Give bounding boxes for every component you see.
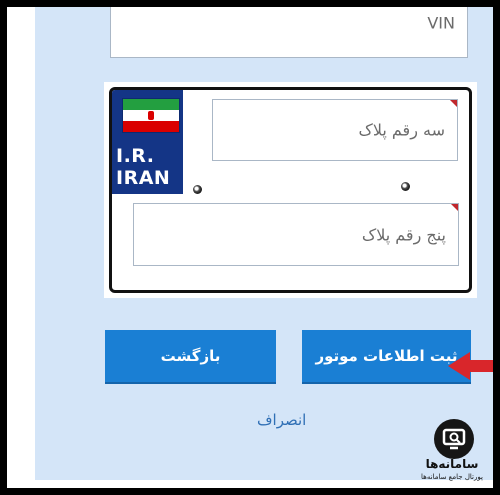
- vin-input[interactable]: VIN: [110, 7, 468, 58]
- iran-flag-icon: [122, 98, 180, 133]
- samaneha-logo-icon: [434, 419, 474, 459]
- site-watermark: سامانه‌ها پورتال جامع سامانه‌ها: [411, 419, 493, 488]
- plate-country-strip: I.R. IRAN: [112, 90, 183, 194]
- screenshot-frame: VIN I.R. IRAN سه رقم پلاک پنج رقم پلاک ب…: [7, 7, 493, 488]
- watermark-subtitle: پورتال جامع سامانه‌ها: [421, 473, 483, 481]
- cancel-link[interactable]: انصراف: [257, 411, 306, 429]
- watermark-title: سامانه‌ها: [425, 457, 479, 471]
- form-panel: VIN I.R. IRAN سه رقم پلاک پنج رقم پلاک ب…: [35, 7, 493, 480]
- submit-engine-info-button[interactable]: ثبت اطلاعات موتور: [302, 330, 471, 384]
- arrow-right-icon: [448, 352, 493, 380]
- back-button[interactable]: بازگشت: [105, 330, 276, 384]
- screw-icon: [401, 182, 410, 191]
- plate-three-digit-placeholder: سه رقم پلاک: [358, 120, 446, 140]
- plate-country-code: I.R.: [116, 145, 155, 167]
- screw-icon: [193, 185, 202, 194]
- required-marker-icon: [450, 100, 457, 107]
- plate-five-digit-placeholder: پنج رقم پلاک: [361, 225, 446, 244]
- license-plate: I.R. IRAN سه رقم پلاک پنج رقم پلاک: [109, 87, 472, 293]
- plate-country-name: IRAN: [116, 167, 171, 189]
- vin-placeholder: VIN: [427, 13, 455, 32]
- license-plate-container: I.R. IRAN سه رقم پلاک پنج رقم پلاک: [104, 82, 477, 298]
- required-marker-icon: [451, 204, 458, 211]
- plate-three-digit-input[interactable]: سه رقم پلاک: [212, 99, 458, 161]
- plate-five-digit-input[interactable]: پنج رقم پلاک: [133, 203, 459, 266]
